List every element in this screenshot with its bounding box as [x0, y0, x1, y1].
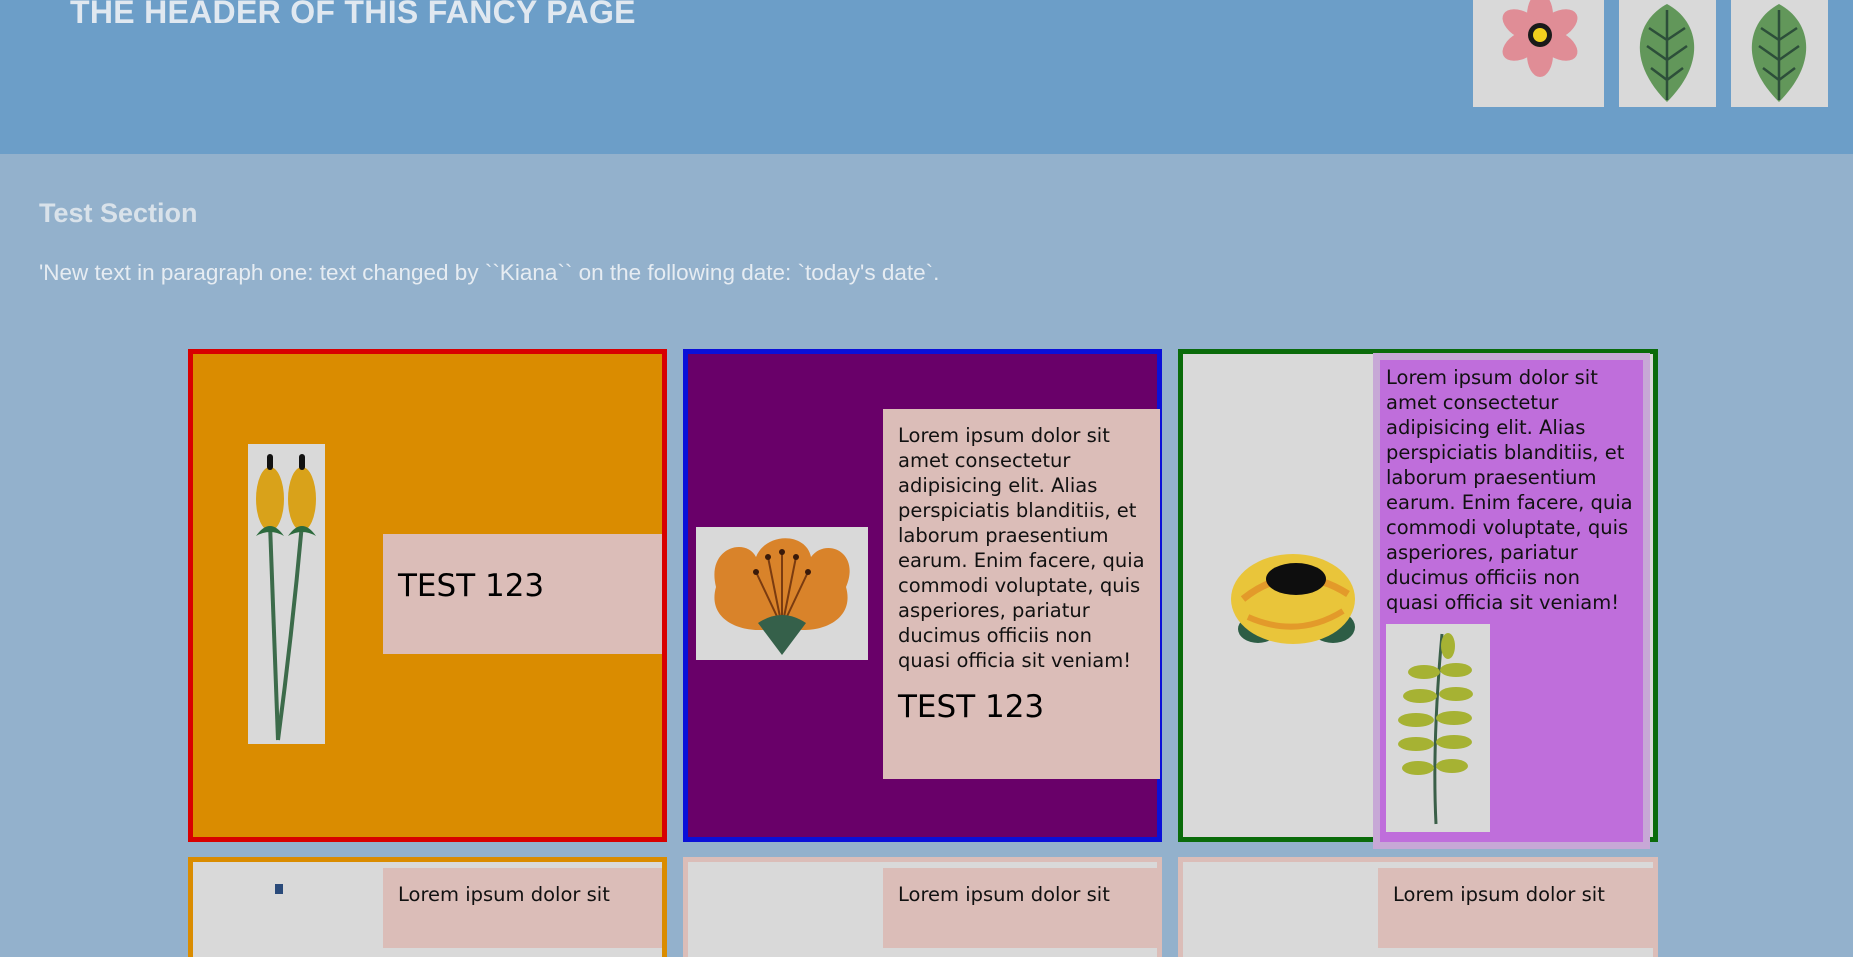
fern-leaf-icon	[1386, 624, 1490, 832]
lorem-text: Lorem ipsum dolor sit amet consectetur a…	[1386, 366, 1633, 614]
header-title: THE HEADER OF THIS FANCY PAGE	[70, 0, 636, 30]
lorem-text: Lorem ipsum dolor sit	[1393, 883, 1605, 906]
card-heading: TEST 123	[898, 689, 1045, 725]
heading-box: TEST 123	[383, 534, 662, 654]
lorem-text: Lorem ipsum dolor sit	[898, 883, 1110, 906]
orange-flower-icon	[696, 527, 868, 660]
text-box: Lorem ipsum dolor sit	[883, 868, 1160, 948]
yellow-rose-icon	[1218, 539, 1368, 659]
card-yellow-rose: Lorem ipsum dolor sit amet consectetur a…	[1178, 349, 1658, 849]
text-box: Lorem ipsum dolor sit	[383, 868, 662, 948]
text-box: Lorem ipsum dolor sit	[1378, 868, 1653, 948]
card-orange-flower: Lorem ipsum dolor sit amet consectetur a…	[683, 349, 1162, 842]
card-row2-3: Lorem ipsum dolor sit	[1178, 857, 1658, 957]
card-row2-1: Lorem ipsum dolor sit	[188, 857, 667, 957]
card-tulip: TEST 123	[188, 349, 667, 842]
lorem-text: Lorem ipsum dolor sit	[398, 883, 610, 906]
card-row2-2: Lorem ipsum dolor sit	[683, 857, 1162, 957]
lorem-text: Lorem ipsum dolor sit amet consectetur a…	[898, 424, 1145, 672]
card-heading: TEST 123	[398, 568, 545, 604]
pink-flower-icon	[1473, 0, 1604, 107]
section-title: Test Section	[39, 198, 198, 228]
page-header: THE HEADER OF THIS FANCY PAGE	[0, 0, 1853, 154]
purple-panel: Lorem ipsum dolor sit amet consectetur a…	[1373, 353, 1650, 849]
tulip-icon	[248, 444, 325, 744]
section-paragraph: 'New text in paragraph one: text changed…	[39, 260, 940, 285]
blue-flower-icon	[275, 884, 283, 894]
leaf-icon	[1731, 0, 1828, 107]
leaf-icon	[1619, 0, 1716, 107]
text-box: Lorem ipsum dolor sit amet consectetur a…	[883, 409, 1160, 779]
